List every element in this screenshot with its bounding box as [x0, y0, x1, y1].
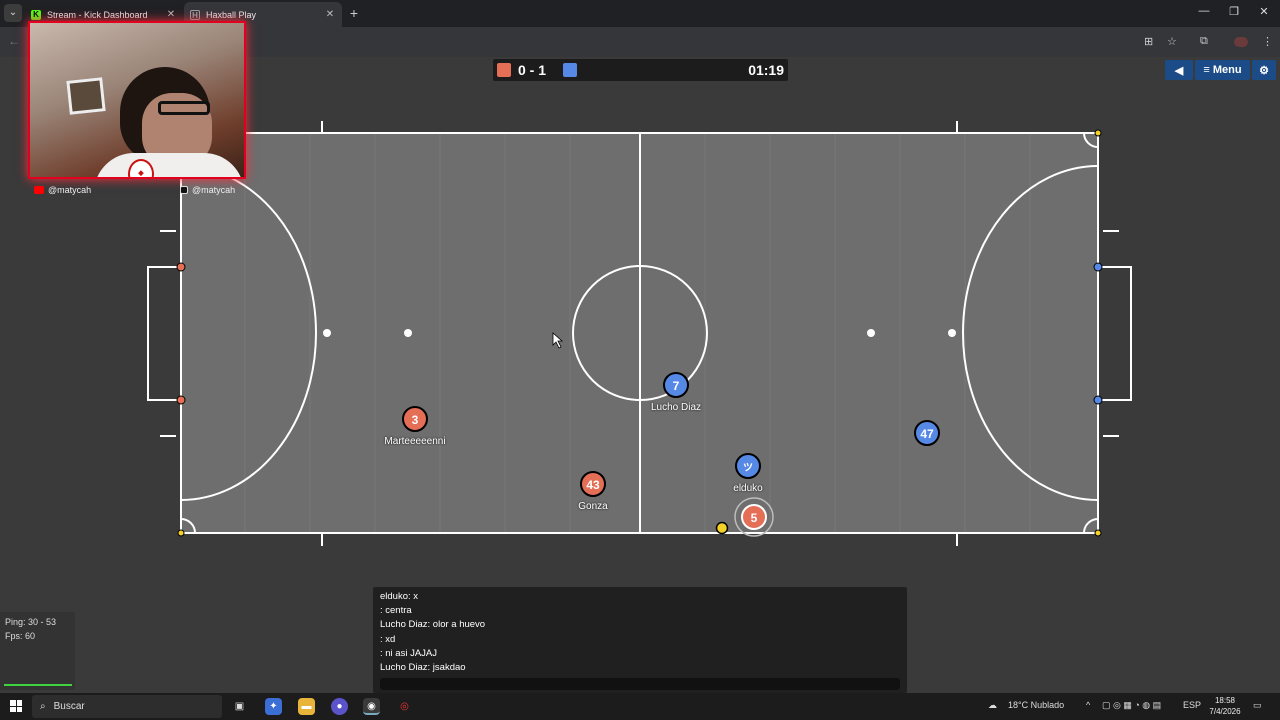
tray-icons[interactable]: ▢ ◎ ▦ ◔ ◍ ▤	[1102, 700, 1161, 711]
tiktok-handle-text: @matycah	[192, 185, 236, 195]
chrome-icon[interactable]: ◉	[363, 698, 380, 715]
streamer-shirt	[94, 153, 244, 177]
player-name-label: Lucho Diaz	[650, 402, 702, 413]
game-menu-bar: ◀ ≡ Menu ⚙	[1165, 60, 1276, 80]
chat-message: elduko: x	[380, 591, 419, 602]
search-placeholder: Buscar	[53, 701, 85, 712]
wall-picture	[66, 77, 106, 115]
taskbar-search[interactable]: ⌕ Buscar	[32, 695, 222, 718]
player-number: 7	[673, 379, 680, 393]
player-number: 47	[920, 427, 934, 441]
search-icon: ⌕	[40, 701, 46, 712]
chat-input[interactable]	[380, 678, 900, 690]
menu-label: Menu	[1212, 64, 1242, 76]
menu-button[interactable]: ≡ Menu	[1195, 60, 1250, 80]
sound-icon[interactable]: ◀	[1165, 60, 1193, 80]
webcam-overlay: ◆	[28, 21, 246, 179]
player-blue-7: 7	[663, 372, 689, 398]
clock-date: 7/4/2026	[1209, 707, 1241, 716]
copilot-icon[interactable]: ✦	[265, 698, 282, 715]
chat-message: : ni asi JAJAJ	[380, 647, 438, 659]
task-view-icon[interactable]: ▣	[231, 698, 248, 715]
right-post-bottom	[1093, 395, 1103, 405]
cloud-icon: ☁	[988, 700, 997, 710]
chat-message: Lucho Diaz: olor a huevo	[380, 619, 486, 631]
file-explorer-icon[interactable]: ▬	[298, 698, 315, 715]
player-name-label: elduko	[733, 483, 763, 494]
player-number: 5	[751, 511, 758, 525]
recording-app-icon[interactable]: ◎	[396, 698, 413, 715]
right-goal	[1097, 266, 1132, 401]
weather-text: 18°C Nublado	[1008, 700, 1065, 710]
right-post-top	[1093, 262, 1103, 272]
blue-team-square	[563, 63, 577, 77]
chat-message: : xd	[380, 633, 396, 645]
player-red-43: 43	[580, 471, 606, 497]
corner-flag	[177, 529, 185, 537]
settings-gear-icon[interactable]: ⚙	[1252, 60, 1276, 80]
youtube-icon	[34, 186, 44, 194]
player-blue-47: 47	[914, 420, 940, 446]
windows-taskbar: ⌕ Buscar ▣ ✦ ▬ ● ◉ ◎ ☁ 18°C Nublado ^ ▢ …	[0, 693, 1280, 720]
corner-flag	[1094, 129, 1102, 137]
youtube-handle-text: @matycah	[48, 185, 92, 195]
tiktok-icon	[180, 186, 188, 194]
player-number: 3	[412, 413, 419, 427]
scoreboard: 0 - 1 01:19	[493, 59, 788, 81]
clock-time: 18:58	[1214, 696, 1236, 705]
ball	[715, 521, 729, 535]
player-blue-elduko: ツ	[735, 453, 761, 479]
chat-box: elduko: x : centra Lucho Diaz: olor a hu…	[373, 587, 907, 693]
fps-graph	[4, 678, 72, 686]
player-number: ツ	[743, 462, 753, 474]
chevron-up-icon[interactable]: ^	[1086, 700, 1090, 710]
chat-message: Lucho Diaz: jsakdao	[380, 662, 466, 674]
score-text: 0 - 1	[518, 62, 547, 78]
stats-panel: Ping: 30 - 53 Fps: 60	[0, 612, 75, 690]
corner-flag	[1094, 529, 1102, 537]
player-name-label: Gonza	[578, 501, 608, 512]
youtube-handle: @matycah	[34, 185, 91, 195]
left-post-top	[176, 262, 186, 272]
player-name-label: Marteeeeenni	[384, 436, 446, 447]
match-timer: 01:19	[748, 62, 784, 78]
chat-message: : centra	[380, 605, 412, 617]
player-red-3: 3	[402, 406, 428, 432]
menu-icon: ≡	[1203, 64, 1213, 76]
ping-text: Ping: 30 - 53	[5, 617, 57, 627]
tiktok-handle: @matycah	[180, 185, 235, 195]
notifications-icon[interactable]: ▭	[1253, 700, 1262, 711]
windows-start-icon[interactable]	[10, 700, 22, 712]
red-team-square	[497, 63, 511, 77]
player-number: 43	[586, 478, 600, 492]
fps-text: Fps: 60	[5, 631, 36, 641]
left-post-bottom	[176, 395, 186, 405]
language-indicator[interactable]: ESP	[1183, 700, 1201, 710]
obs-icon[interactable]: ●	[331, 698, 348, 715]
glasses	[158, 101, 210, 115]
left-goal	[147, 266, 182, 401]
taskbar-clock[interactable]: 18:58 7/4/2026	[1200, 695, 1250, 717]
